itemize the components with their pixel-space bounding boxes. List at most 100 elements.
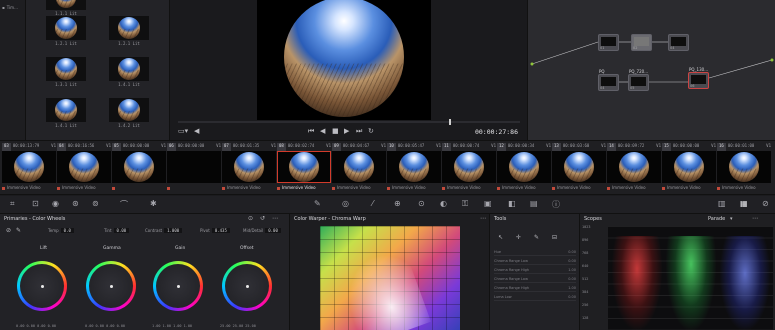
clip-thumbnail[interactable]: 12 00:00:00:34 V1 Immersive Video — [497, 143, 551, 194]
color-node[interactable]: 04 — [668, 34, 689, 51]
eyedropper-icon[interactable]: ✎ — [16, 227, 21, 234]
panel-title: Tools — [494, 216, 507, 222]
param-middetail[interactable]: Mid/Detail 0.00 — [243, 228, 281, 233]
info-icon[interactable]: ⓘ — [552, 199, 560, 210]
skip-forward-icon[interactable]: ⏭ — [356, 127, 362, 136]
clip-thumbnail[interactable]: 14 00:00:09:72 V1 Immersive Video — [607, 143, 661, 194]
still-thumbnail[interactable]: 1.4.1 Lit — [46, 98, 86, 128]
tool-row[interactable]: Luma Low 0.00 — [494, 295, 576, 301]
still-thumbnail[interactable]: 1.2.1 Lit — [46, 16, 86, 46]
still-thumbnail[interactable]: 1.4.2 Lit — [109, 98, 149, 128]
color-node[interactable]: PQ 04 — [598, 69, 619, 91]
still-label: 1.2.1 Lit — [55, 41, 77, 46]
select-tool-icon[interactable]: ↖ — [498, 234, 503, 241]
tool-row[interactable]: Hue 0.00 — [494, 250, 576, 256]
sizing-icon[interactable]: ▣ — [484, 199, 492, 208]
clip-thumbnail[interactable]: 11 00:00:00:74 V1 Immersive Video — [442, 143, 496, 194]
color-warper-icon[interactable]: ✱ — [150, 199, 157, 208]
tool-row[interactable]: Chroma Range Low 0.00 — [494, 277, 576, 283]
clip-thumbnail[interactable]: 05 00:00:00:00 V1 — [112, 143, 166, 194]
gain-wheel[interactable] — [153, 261, 203, 311]
options-icon[interactable]: ⊙ — [248, 215, 253, 222]
viewer-scrubber[interactable] — [178, 119, 520, 125]
still-thumbnail[interactable]: 1.1.1 Lit — [46, 0, 86, 16]
node-editor[interactable]: 01 02 04 PQ 04 PQ_720... 05 PQ_130... 06 — [528, 0, 775, 140]
param-contrast[interactable]: Contrast 1.000 — [145, 228, 183, 233]
more-icon[interactable]: ⋯ — [480, 215, 486, 222]
param-tint[interactable]: Tint 0.00 — [104, 228, 130, 233]
param-pivot[interactable]: Pivot 0.435 — [200, 228, 230, 233]
clip-thumbnail[interactable]: 07 00:00:01:35 V1 Immersive Video — [222, 143, 276, 194]
magic-mask-icon[interactable]: ⊙ — [418, 199, 425, 208]
transport-controls: ▭▾ ◀ ⏮ ◀ ■ ▶ ⏭ ↻ 00:00:27:86 — [170, 126, 527, 140]
camera-raw-icon[interactable]: ⌗ — [10, 199, 15, 209]
clip-thumbnail[interactable]: 04 00:00:16:56 V1 Immersive Video — [57, 143, 111, 194]
blur-icon[interactable]: ◐ — [440, 199, 447, 208]
skip-back-icon[interactable]: ⏮ — [308, 127, 314, 136]
clip-thumbnail[interactable]: 10 00:00:05:47 V1 Immersive Video — [387, 143, 441, 194]
clip-thumbnail[interactable]: 06 00:00:00:00 V1 — [167, 143, 221, 194]
color-wheels-icon[interactable]: ◉ — [52, 199, 59, 208]
lift-wheel[interactable] — [17, 261, 67, 311]
clip-thumbnail[interactable]: 03 00:00:13:79 V1 Immersive Video — [2, 143, 56, 194]
more-icon[interactable]: ⋯ — [752, 215, 758, 222]
viewer-mode-icon[interactable]: ▭▾ — [178, 127, 188, 135]
sample-tool-icon[interactable]: ✎ — [534, 234, 539, 241]
scopes-icon[interactable]: ▦ — [740, 199, 748, 208]
color-node-selected[interactable]: PQ_130... 06 — [688, 67, 709, 89]
scope-tick: 768 — [582, 251, 589, 255]
tool-row[interactable]: Chroma Range High 1.00 — [494, 286, 576, 292]
color-match-icon[interactable]: ⊡ — [32, 199, 39, 208]
more-icon[interactable]: ⋯ — [272, 215, 278, 222]
stop-icon[interactable]: ■ — [332, 127, 339, 135]
color-node[interactable]: 01 — [598, 34, 619, 51]
viewer-image[interactable] — [257, 0, 431, 120]
reverse-play-icon[interactable]: ◀ — [320, 127, 325, 135]
rgb-mixer-icon[interactable]: ⊛ — [72, 199, 79, 208]
window-icon[interactable]: ◎ — [342, 199, 349, 208]
eyedropper-icon[interactable]: ⁄ — [372, 199, 373, 208]
play-icon[interactable]: ▶ — [344, 127, 349, 135]
loop-icon[interactable]: ↻ — [368, 127, 374, 135]
wheel-values: 0.00 0.00 0.00 0.00 — [85, 324, 126, 328]
tool-row[interactable]: Chroma Range High 1.00 — [494, 268, 576, 274]
scopes-toggle-icon[interactable]: ▤ — [530, 199, 538, 208]
still-thumbnail[interactable]: 1.3.1 Lit — [46, 57, 86, 87]
gamma-wheel[interactable] — [86, 261, 136, 311]
still-thumbnail[interactable]: 1.4.1 Lit — [109, 57, 149, 87]
3d-icon[interactable]: ◧ — [508, 199, 516, 208]
range-tool-icon[interactable]: ⊟ — [552, 234, 557, 241]
clip-thumbnail[interactable]: 16 00:00:01:00 V1 Immersive Video — [717, 143, 771, 194]
color-node[interactable]: 02 — [631, 34, 652, 51]
wheel-label: Gamma — [103, 246, 121, 251]
clip-thumbnail[interactable]: 09 00:00:04:67 V1 Immersive Video — [332, 143, 386, 194]
pin-tool-icon[interactable]: ✛ — [516, 234, 521, 241]
param-temp[interactable]: Temp 0.0 — [48, 228, 74, 233]
scope-mode-select[interactable]: Parade — [708, 216, 725, 222]
scope-tick: 1023 — [582, 225, 591, 229]
reset-icon[interactable]: ↺ — [260, 215, 265, 222]
chevron-down-icon[interactable]: ▾ — [730, 216, 733, 222]
clip-thumbnail[interactable]: 13 00:00:03:60 V1 Immersive Video — [552, 143, 606, 194]
color-node[interactable]: PQ_720... 05 — [628, 69, 649, 91]
lightbox-icon[interactable]: ⊘ — [762, 199, 769, 208]
clip-thumbnail-active[interactable]: 08 00:00:02:74 V1 Immersive Video — [277, 143, 331, 194]
parade-scope — [608, 226, 773, 330]
picker-icon[interactable]: ⊘ — [6, 227, 11, 234]
playhead[interactable] — [449, 119, 451, 125]
key-icon[interactable]: ⚿ — [462, 199, 468, 209]
tracker-icon[interactable]: ⊕ — [394, 199, 401, 208]
motion-effects-icon[interactable]: ⊚ — [92, 199, 99, 208]
tool-row[interactable]: Chroma Range Low 0.00 — [494, 259, 576, 265]
clip-thumbnail[interactable]: 15 00:00:00:00 V1 Immersive Video — [662, 143, 716, 194]
offset-wheel[interactable] — [222, 261, 272, 311]
still-thumbnail[interactable]: 1.2.1 Lit — [109, 16, 149, 46]
scope-tick: 896 — [582, 238, 589, 242]
qualifier-icon[interactable]: ✎ — [314, 199, 321, 208]
keyframes-icon[interactable]: ▥ — [718, 199, 726, 208]
speaker-icon[interactable]: ◀ — [194, 127, 199, 135]
sidebar-item-timeline[interactable]: ▪ Tim... — [0, 0, 25, 15]
curves-icon[interactable]: ⌒ — [120, 199, 128, 210]
chroma-warp-grid[interactable] — [320, 226, 460, 330]
still-label: 1.2.1 Lit — [118, 41, 140, 46]
